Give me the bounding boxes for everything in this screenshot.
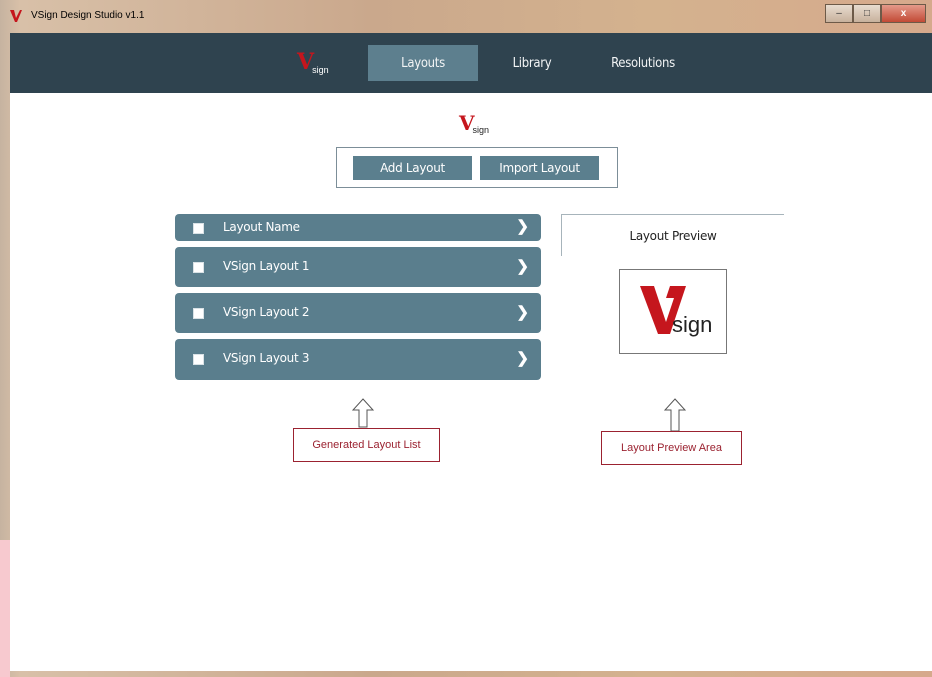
layout-list-item[interactable]: VSign Layout 2 ❯: [175, 293, 541, 333]
layout-preview-title: Layout Preview: [629, 229, 717, 243]
chevron-right-icon: ❯: [516, 258, 529, 275]
layout-actions: Add Layout Import Layout: [336, 147, 618, 188]
layout-list-header[interactable]: Layout Name ❯: [175, 214, 541, 241]
logo-sign: sign: [312, 65, 329, 75]
tab-resolutions-label: Resolutions: [611, 55, 675, 71]
maximize-button[interactable]: □: [853, 4, 881, 23]
minimize-icon: –: [836, 8, 842, 19]
nav-logo[interactable]: V sign: [297, 49, 329, 75]
layout-checkbox[interactable]: [193, 354, 204, 365]
vsign-app-icon: [10, 10, 22, 22]
add-layout-button[interactable]: Add Layout: [353, 156, 472, 180]
client-area: V sign Layouts Library Resolutions V sig…: [10, 33, 932, 671]
minimize-button[interactable]: –: [825, 4, 853, 23]
layout-checkbox[interactable]: [193, 262, 204, 273]
close-button[interactable]: x: [881, 4, 926, 23]
center-logo: V sign: [459, 111, 489, 135]
vsign-logo-icon: sign: [640, 286, 712, 337]
top-navbar: V sign Layouts Library Resolutions: [10, 33, 932, 93]
import-layout-button[interactable]: Import Layout: [480, 156, 599, 180]
close-icon: x: [900, 8, 907, 19]
app-window: VSign Design Studio v1.1 – □ x V sign La…: [0, 0, 932, 677]
layout-preview-image: sign: [619, 269, 727, 354]
layout-list-header-label: Layout Name: [223, 220, 300, 234]
layout-item-label: VSign Layout 1: [223, 259, 310, 273]
layout-item-label: VSign Layout 2: [223, 305, 310, 319]
svg-text:sign: sign: [672, 312, 712, 337]
layout-list-item[interactable]: VSign Layout 1 ❯: [175, 247, 541, 287]
window-title: VSign Design Studio v1.1: [31, 10, 145, 21]
center-logo-sign: sign: [472, 125, 490, 135]
chevron-right-icon: ❯: [516, 304, 529, 321]
up-arrow-icon: [664, 398, 686, 432]
window-edge: [0, 540, 10, 677]
layout-checkbox[interactable]: [193, 308, 204, 319]
up-arrow-icon: [352, 398, 374, 428]
tab-layouts-label: Layouts: [401, 55, 445, 71]
chevron-right-icon: ❯: [516, 218, 529, 235]
chevron-right-icon: ❯: [516, 350, 529, 367]
layout-preview-tab[interactable]: Layout Preview: [561, 214, 784, 256]
maximize-icon: □: [863, 8, 871, 19]
tab-library-label: Library: [512, 55, 552, 71]
window-controls: – □ x: [825, 4, 926, 23]
tab-resolutions[interactable]: Resolutions: [598, 45, 688, 81]
layout-list-callout: Generated Layout List: [293, 428, 440, 462]
layout-list-item[interactable]: VSign Layout 3 ❯: [175, 339, 541, 380]
select-all-checkbox[interactable]: [193, 223, 204, 234]
layout-preview-callout: Layout Preview Area: [601, 431, 742, 465]
layout-item-label: VSign Layout 3: [223, 351, 310, 365]
tab-library[interactable]: Library: [491, 45, 573, 81]
title-bar[interactable]: VSign Design Studio v1.1 – □ x: [0, 0, 932, 34]
tab-layouts[interactable]: Layouts: [368, 45, 478, 81]
